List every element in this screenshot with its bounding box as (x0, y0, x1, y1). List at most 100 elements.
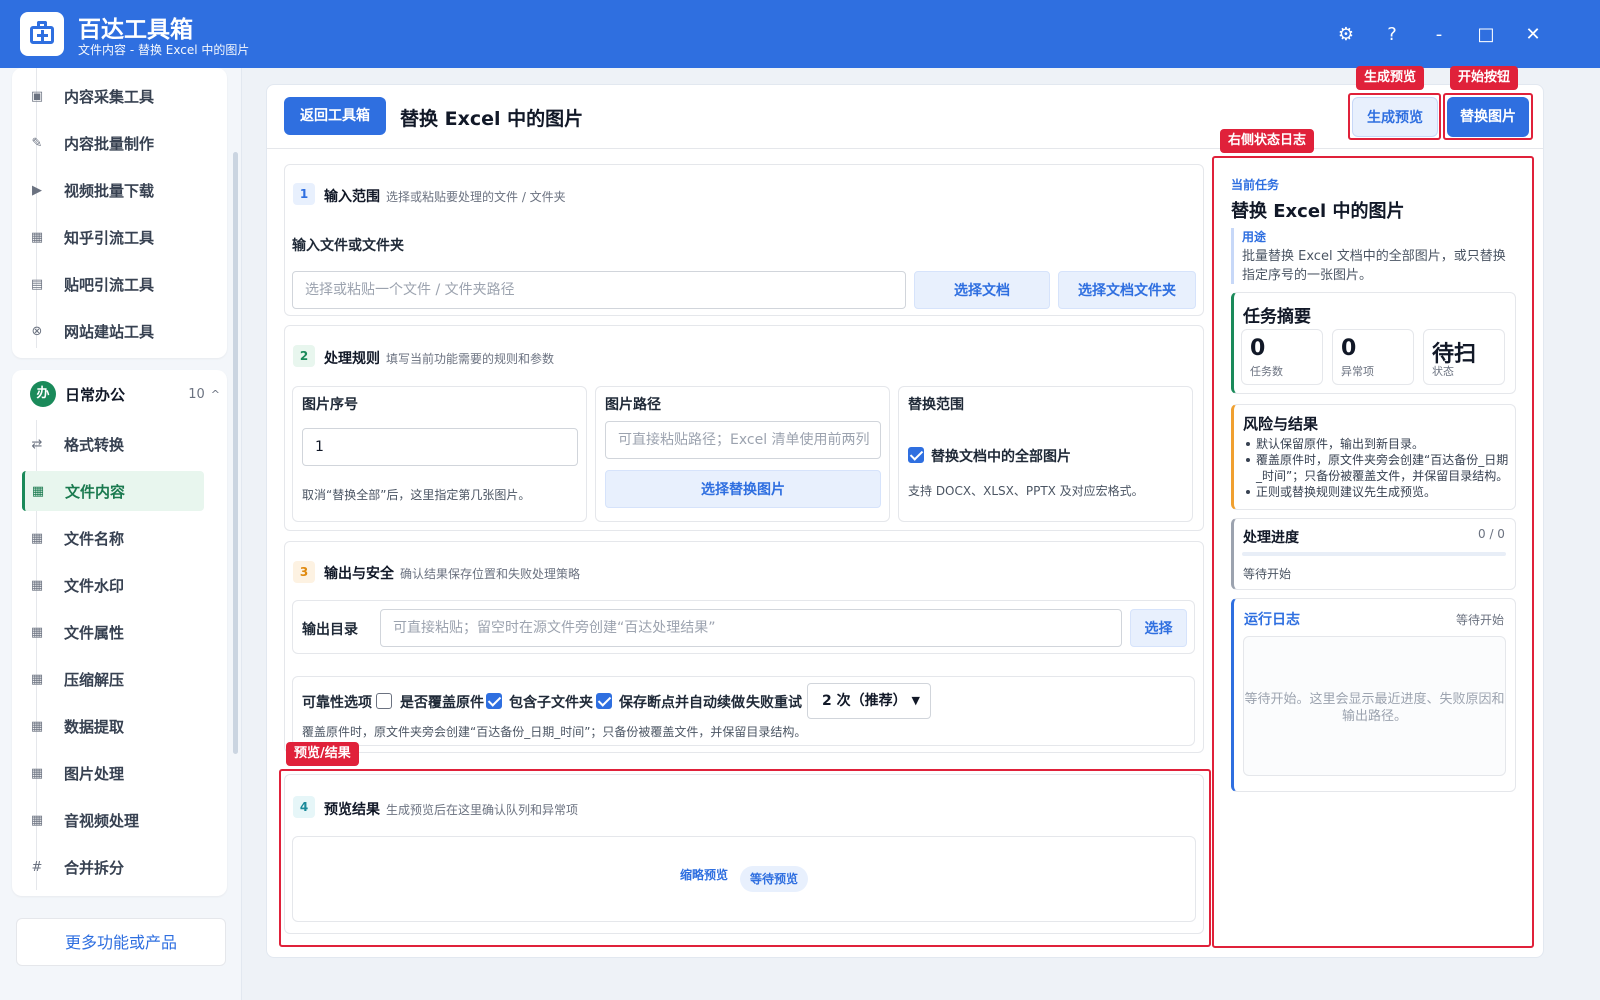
sidebar-item-file-content[interactable]: ▦ 文件内容 (22, 471, 204, 511)
tieba-icon: ▤ (30, 276, 44, 292)
sidebar-item-tieba[interactable]: ▤ 贴吧引流工具 (24, 264, 204, 304)
sidebar-item-compress[interactable]: ▦ 压缩解压 (24, 659, 204, 699)
sidebar-item-label: 知乎引流工具 (64, 228, 155, 247)
subfolders-checkbox[interactable] (486, 693, 502, 709)
chevron-up-icon: ^ (210, 387, 220, 401)
help-icon[interactable]: ? (1377, 20, 1407, 50)
annotation-tag-start: 开始按钮 (1450, 66, 1519, 90)
grid-icon: ▦ (30, 718, 44, 734)
sidebar-item-label: 视频批量下载 (64, 181, 155, 200)
pen-icon: ✎ (31, 135, 43, 151)
overwrite-label: 是否覆盖原件 (400, 695, 484, 711)
section-title: 输出与安全 (324, 566, 394, 582)
preview-status-badge: 等待预览 (740, 866, 808, 892)
close-icon[interactable]: ✕ (1518, 20, 1548, 50)
task-summary-title: 任务摘要 (1243, 307, 1311, 327)
grid-icon: ▦ (30, 530, 44, 546)
sidebar-item-label: 压缩解压 (64, 670, 125, 689)
section-number: 3 (293, 561, 315, 583)
back-to-toolbox-button[interactable]: 返回工具箱 (284, 97, 386, 135)
image-path-label: 图片路径 (605, 397, 661, 413)
progress-bar (1242, 552, 1506, 556)
replace-all-checkbox[interactable] (908, 447, 924, 463)
output-dir-input[interactable]: 可直接粘贴；留空时在源文件旁创建“百达处理结果” (380, 609, 1122, 647)
sidebar-item-video-download[interactable]: ▶ 视频批量下载 (24, 170, 204, 210)
use-accent-bar (1231, 228, 1234, 284)
toolbox-logo-icon (20, 12, 64, 56)
overwrite-checkbox[interactable] (376, 693, 392, 709)
more-products-button[interactable]: 更多功能或产品 (16, 918, 226, 966)
sidebar-item-label: 内容批量制作 (64, 134, 155, 153)
sidebar-item-website[interactable]: ⊗ 网站建站工具 (24, 311, 204, 351)
sidebar-item-content-collect[interactable]: ▣ 内容采集工具 (24, 76, 204, 116)
bullet-icon (1246, 490, 1250, 494)
input-path-field[interactable]: 选择或粘贴一个文件 / 文件夹路径 (292, 271, 906, 309)
header-divider (267, 148, 1543, 149)
stat-status: 待扫 状态 (1423, 329, 1505, 385)
stat-label: 任务数 (1250, 365, 1283, 378)
reliability-note: 覆盖原件时，原文件夹旁会创建“百达备份_日期_时间”；只备份被覆盖文件，并保留目… (302, 725, 807, 739)
risk-item: 默认保留原件，输出到新目录。 (1256, 437, 1425, 451)
progress-status: 等待开始 (1243, 567, 1292, 581)
sidebar-item-label: 图片处理 (64, 764, 125, 783)
section-desc: 生成预览后在这里确认队列和异常项 (386, 803, 579, 817)
sidebar-item-batch-make[interactable]: ✎ 内容批量制作 (24, 123, 204, 163)
sidebar-item-label: 数据提取 (64, 717, 125, 736)
section-number: 2 (293, 345, 315, 367)
sidebar-item-merge-split[interactable]: # 合并拆分 (24, 847, 204, 887)
select-replacement-image-button[interactable]: 选择替换图片 (605, 470, 881, 508)
run-log-placeholder: 等待开始。这里会显示最近进度、失败原因和输出路径。 (1244, 692, 1505, 724)
sidebar-item-label: 合并拆分 (64, 858, 125, 877)
run-log-title: 运行日志 (1244, 612, 1300, 628)
sidebar-item-zhihu[interactable]: ▦ 知乎引流工具 (24, 217, 204, 257)
sidebar-item-file-attrs[interactable]: ▦ 文件属性 (24, 612, 204, 652)
generate-preview-button[interactable]: 生成预览 (1352, 97, 1438, 137)
title-bar: 百达工具箱 文件内容 - 替换 Excel 中的图片 ⚙ ? - □ ✕ (0, 0, 1600, 68)
sidebar-item-image[interactable]: ▦ 图片处理 (24, 753, 204, 793)
input-path-label: 输入文件或文件夹 (292, 238, 404, 254)
section-desc: 填写当前功能需要的规则和参数 (386, 352, 555, 366)
image-path-input[interactable]: 可直接粘贴路径；Excel 清单使用前两列 (605, 421, 881, 459)
select-document-button[interactable]: 选择文档 (914, 271, 1050, 309)
minimize-icon[interactable]: - (1424, 20, 1454, 50)
video-icon: ▶ (32, 182, 42, 198)
grid-icon: ▦ (30, 671, 44, 687)
website-icon: ⊗ (31, 323, 43, 339)
retry-select[interactable]: 2 次（推荐） ▼ (807, 683, 931, 719)
section-desc: 确认结果保存位置和失败处理策略 (400, 567, 581, 581)
resume-label: 保存断点并自动续做 (619, 695, 745, 711)
select-folder-button[interactable]: 选择文档文件夹 (1058, 271, 1196, 309)
section-title: 处理规则 (324, 351, 380, 367)
annotation-tag-preview: 生成预览 (1356, 66, 1425, 90)
collect-icon: ▣ (30, 88, 44, 104)
sidebar-item-label: 文件名称 (64, 529, 125, 548)
stat-errors: 0 异常项 (1332, 329, 1414, 385)
sidebar-item-label: 文件水印 (64, 576, 125, 595)
sidebar: ▣ 内容采集工具 ✎ 内容批量制作 ▶ 视频批量下载 ▦ 知乎引流工具 ▤ 贴吧引流工具 … (0, 68, 242, 1000)
image-index-input[interactable]: 1 (302, 428, 578, 466)
sidebar-item-label: 贴吧引流工具 (64, 275, 155, 294)
sidebar-item-format-convert[interactable]: ⇄ 格式转换 (24, 424, 204, 464)
resume-checkbox[interactable] (596, 693, 612, 709)
stat-label: 异常项 (1341, 365, 1374, 378)
sidebar-item-data-extract[interactable]: ▦ 数据提取 (24, 706, 204, 746)
progress-count: 0 / 0 (1478, 527, 1505, 541)
stat-label: 状态 (1432, 365, 1454, 378)
sidebar-group-office[interactable]: 办 日常办公 10 ^ (30, 379, 220, 409)
current-task-title: 替换 Excel 中的图片 (1231, 201, 1405, 222)
hash-icon: # (31, 859, 43, 875)
settings-icon[interactable]: ⚙ (1331, 20, 1361, 50)
stat-value: 0 (1341, 336, 1357, 361)
replace-images-button[interactable]: 替换图片 (1447, 97, 1529, 137)
sidebar-item-watermark[interactable]: ▦ 文件水印 (24, 565, 204, 605)
progress-title: 处理进度 (1243, 530, 1299, 546)
select-output-button[interactable]: 选择 (1130, 609, 1187, 647)
sidebar-item-file-name[interactable]: ▦ 文件名称 (24, 518, 204, 558)
sidebar-item-av[interactable]: ▦ 音视频处理 (24, 800, 204, 840)
section-title: 预览结果 (324, 802, 380, 818)
bullet-icon (1246, 442, 1250, 446)
sidebar-scrollbar[interactable] (233, 152, 238, 754)
section-number: 4 (293, 796, 315, 818)
maximize-icon[interactable]: □ (1471, 20, 1501, 50)
app-title: 百达工具箱 (78, 17, 193, 43)
